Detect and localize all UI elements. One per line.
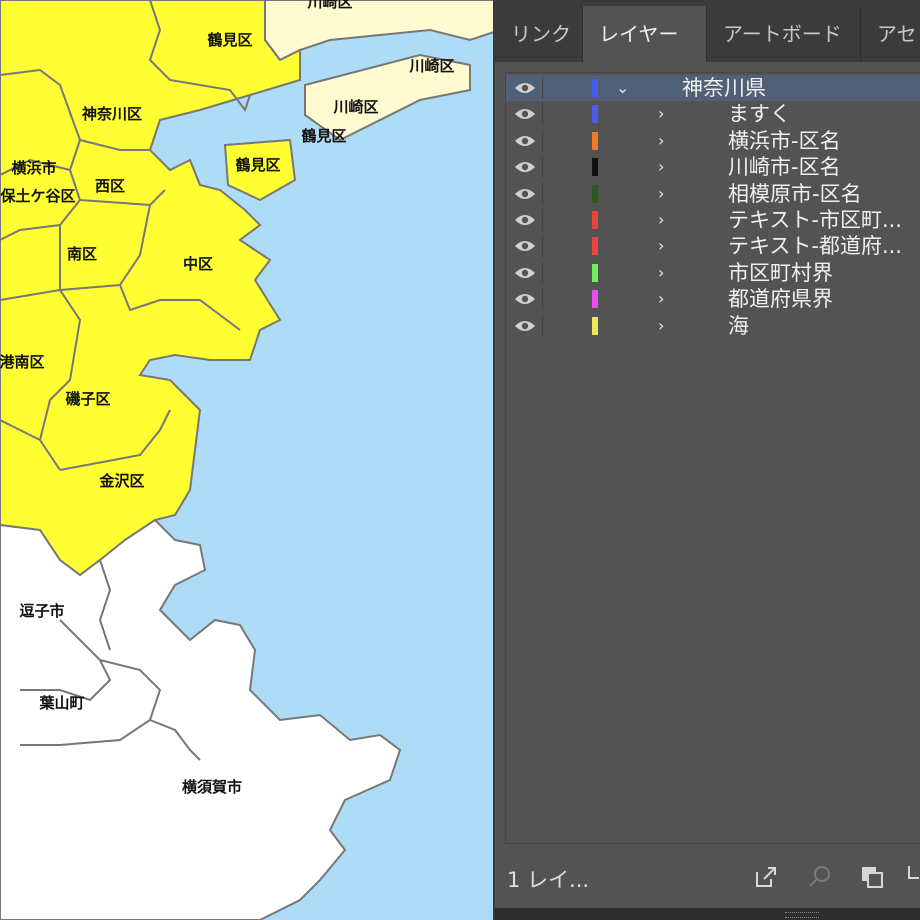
visibility-eye-icon[interactable]: [514, 238, 536, 254]
row-divider: [542, 129, 543, 152]
row-divider: [542, 182, 543, 205]
panel-footer: 1 レイ...: [495, 846, 920, 908]
visibility-eye-icon[interactable]: [514, 106, 536, 122]
chevron-right-icon[interactable]: ›: [658, 156, 664, 178]
layer-row[interactable]: › 横浜市-区名: [506, 128, 920, 154]
layer-row[interactable]: › ますく: [506, 101, 920, 127]
layer-name[interactable]: 神奈川県: [682, 75, 766, 101]
row-divider: [542, 261, 543, 284]
chevron-right-icon[interactable]: ›: [658, 262, 664, 284]
tsurumi-ku-label-2: 鶴見区: [301, 127, 346, 145]
tsurumi-ku-label-1: 鶴見区: [207, 31, 252, 49]
layer-color-swatch: [592, 105, 598, 124]
resize-grip[interactable]: [785, 912, 819, 918]
layer-row[interactable]: ⌄ 神奈川県: [506, 75, 920, 101]
merge-icon[interactable]: [859, 864, 885, 890]
row-divider: [542, 103, 543, 126]
layers-panel: リンク レイヤー アートボード アセ ⌄ 神奈川県 › ますく › 横浜市-区名 › 川崎市-…: [493, 0, 920, 920]
hayama-label: 葉山町: [38, 694, 84, 712]
layer-name[interactable]: 横浜市-区名: [728, 128, 841, 154]
visibility-eye-icon[interactable]: [514, 318, 536, 334]
tab-links[interactable]: リンク: [495, 6, 583, 62]
layer-row[interactable]: › テキスト-都道府...: [506, 233, 920, 259]
chevron-right-icon[interactable]: ›: [658, 130, 664, 152]
layer-color-swatch: [592, 158, 598, 177]
layer-row[interactable]: › テキスト-市区町...: [506, 207, 920, 233]
tsurumi-ku-label-3: 鶴見区: [235, 156, 280, 174]
row-divider: [542, 209, 543, 231]
layer-count-label: 1 レイ...: [507, 868, 590, 892]
layer-name[interactable]: ますく: [728, 101, 791, 127]
row-divider: [542, 156, 543, 179]
chevron-right-icon[interactable]: ›: [658, 103, 664, 125]
kawasaki-ku-label-2: 川崎区: [408, 57, 454, 75]
layer-color-swatch: [592, 263, 598, 282]
arrow-icon[interactable]: [905, 864, 920, 890]
layer-row[interactable]: › 相模原市-区名: [506, 181, 920, 207]
yokosuka-label: 横須賀市: [182, 778, 242, 796]
panel-bottom-strip: [495, 908, 920, 920]
layer-color-swatch: [592, 316, 598, 335]
visibility-eye-icon[interactable]: [514, 186, 536, 202]
layer-list[interactable]: ⌄ 神奈川県 › ますく › 横浜市-区名 › 川崎市-区名 › 相模原市-区名 › テキスト-市区町…: [505, 72, 920, 844]
tab-assets[interactable]: アセ: [861, 6, 920, 62]
naka-ku-label: 中区: [183, 255, 213, 273]
layer-name[interactable]: テキスト-都道府...: [728, 233, 902, 259]
chevron-right-icon[interactable]: ›: [658, 209, 664, 231]
chevron-right-icon[interactable]: ›: [658, 183, 664, 205]
layer-row[interactable]: › 市区町村界: [506, 260, 920, 286]
yokohama-city-label: 横浜市: [11, 159, 56, 177]
kawasaki-ku-label-1: 川崎区: [306, 0, 352, 11]
chevron-right-icon[interactable]: ›: [658, 288, 664, 310]
search-icon[interactable]: [807, 864, 833, 890]
visibility-eye-icon[interactable]: [514, 133, 536, 149]
layer-color-swatch: [592, 79, 598, 97]
visibility-eye-icon[interactable]: [514, 212, 536, 228]
layer-color-swatch: [592, 131, 598, 150]
chevron-down-icon[interactable]: ⌄: [616, 77, 629, 99]
visibility-eye-icon[interactable]: [514, 265, 536, 281]
chevron-right-icon[interactable]: ›: [658, 235, 664, 257]
nishi-ku-label: 西区: [95, 177, 125, 195]
kanagawa-ku-label: 神奈川区: [82, 105, 142, 123]
layer-row[interactable]: › 海: [506, 313, 920, 339]
layer-name[interactable]: 相模原市-区名: [728, 181, 862, 207]
layer-name[interactable]: 川崎市-区名: [728, 154, 841, 180]
layer-color-swatch: [592, 211, 598, 229]
layer-name[interactable]: 市区町村界: [728, 260, 833, 286]
panel-tab-bar: リンク レイヤー アートボード アセ: [495, 0, 920, 62]
kawasaki-ku-label-3: 川崎区: [332, 98, 378, 116]
layer-color-swatch: [592, 184, 598, 203]
layer-row[interactable]: › 都道府県界: [506, 286, 920, 312]
isogo-ku-label: 磯子区: [65, 390, 110, 408]
hodogaya-ku-label: 保土ケ谷区: [0, 187, 76, 205]
kanazawa-ku-label: 金沢区: [98, 472, 144, 490]
export-icon[interactable]: [753, 864, 779, 890]
visibility-eye-icon[interactable]: [514, 159, 536, 175]
chevron-right-icon[interactable]: ›: [658, 315, 664, 337]
tab-artboards[interactable]: アートボード: [707, 6, 861, 62]
row-divider: [542, 288, 543, 311]
layer-color-swatch: [592, 290, 598, 309]
row-divider: [542, 77, 543, 99]
minami-ku-label: 南区: [67, 245, 97, 263]
layer-color-swatch: [592, 237, 598, 256]
layer-name[interactable]: テキスト-市区町...: [728, 207, 902, 233]
layer-name[interactable]: 海: [728, 313, 749, 339]
row-divider: [542, 235, 543, 258]
tab-layers[interactable]: レイヤー: [583, 6, 707, 62]
visibility-eye-icon[interactable]: [514, 291, 536, 307]
visibility-eye-icon[interactable]: [514, 80, 536, 96]
layer-name[interactable]: 都道府県界: [728, 286, 833, 312]
zushi-label: 逗子市: [19, 602, 64, 620]
layer-row[interactable]: › 川崎市-区名: [506, 154, 920, 180]
row-divider: [542, 314, 543, 337]
konan-ku-label: 港南区: [0, 353, 45, 371]
